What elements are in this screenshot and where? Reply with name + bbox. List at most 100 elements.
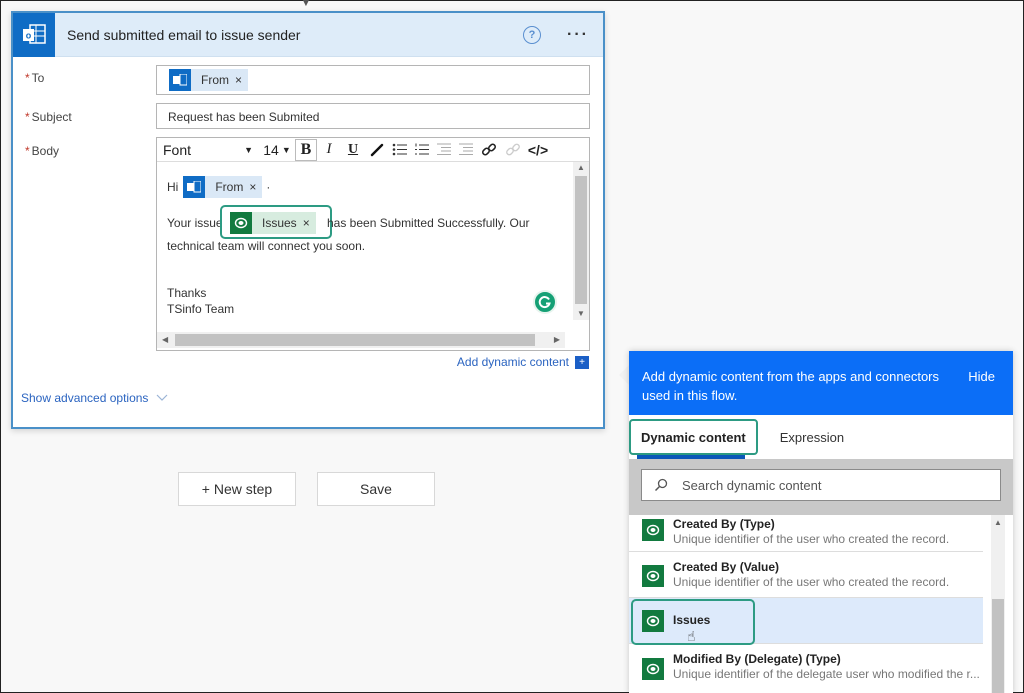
list-scrollbar[interactable]: ▲ <box>991 515 1005 693</box>
from-token[interactable]: From × <box>169 69 249 91</box>
hide-button[interactable]: Hide <box>968 367 995 386</box>
color-picker-icon[interactable] <box>365 139 389 161</box>
required-mark: * <box>25 110 30 124</box>
signature-line1: Thanks <box>167 286 207 300</box>
panel-header-text: Add dynamic content from the apps and co… <box>642 369 940 403</box>
show-advanced-label: Show advanced options <box>21 391 149 405</box>
token-label: Issues <box>262 216 297 230</box>
item-title: Created By (Type) <box>673 517 775 531</box>
item-title: Modified By (Delegate) (Type) <box>673 652 841 666</box>
scrollbar-thumb[interactable] <box>175 334 535 346</box>
card-title[interactable]: Send submitted email to issue sender <box>55 27 523 43</box>
panel-pointer <box>619 365 629 385</box>
bullet-list-icon[interactable] <box>389 139 411 161</box>
greeting-text: Hi <box>167 180 179 194</box>
list-item[interactable]: Created By (Type) Unique identifier of t… <box>629 515 983 552</box>
increase-indent-icon[interactable] <box>455 139 477 161</box>
more-options-icon[interactable]: ··· <box>567 26 589 44</box>
outlook-icon <box>169 69 191 91</box>
remove-token-icon[interactable]: × <box>303 216 316 230</box>
search-area: Search dynamic content <box>629 459 1013 515</box>
to-field[interactable]: From × <box>156 65 590 95</box>
numbered-list-icon[interactable] <box>411 139 433 161</box>
editor-content[interactable]: Hi From × · Your issue Issues × has been… <box>157 162 589 348</box>
show-advanced-options[interactable]: Show advanced options <box>21 391 168 405</box>
font-select-label: Font <box>163 141 192 158</box>
scrollbar-thumb[interactable] <box>992 599 1004 693</box>
chevron-down-icon: ▼ <box>244 144 253 155</box>
size-select[interactable]: 14 ▼ <box>259 139 295 161</box>
token-label: From <box>215 180 244 194</box>
dataverse-icon <box>642 519 664 541</box>
decrease-indent-icon[interactable] <box>433 139 455 161</box>
body-label: * Body <box>25 144 59 158</box>
search-input[interactable]: Search dynamic content <box>641 469 1001 501</box>
greeting-line: Hi From × · <box>167 176 270 198</box>
body-line1-prefix: Your issue <box>167 216 223 230</box>
tab-dynamic-content[interactable]: Dynamic content <box>629 419 758 455</box>
font-select[interactable]: Font ▼ <box>157 139 259 161</box>
item-description: Unique identifier of the user who create… <box>673 532 950 546</box>
outlook-icon <box>183 176 206 198</box>
svg-text:o: o <box>26 30 32 40</box>
save-button[interactable]: Save <box>317 472 435 506</box>
required-mark: * <box>25 144 30 158</box>
subject-label: * Subject <box>25 110 72 124</box>
dataverse-icon <box>230 212 252 234</box>
dataverse-icon <box>642 565 664 587</box>
card-header[interactable]: o Send submitted email to issue sender ?… <box>13 12 603 57</box>
body-line1-suffix: has been Submitted Successfully. Our <box>327 216 530 230</box>
dataverse-icon <box>642 658 664 680</box>
add-dynamic-content-link[interactable]: Add dynamic content + <box>457 355 589 369</box>
to-label: * To <box>25 71 44 85</box>
dynamic-content-list: Created By (Type) Unique identifier of t… <box>629 515 1013 693</box>
unlink-icon[interactable] <box>501 139 525 161</box>
list-item[interactable]: Modified By (Delegate) (Type) Unique ide… <box>629 644 983 693</box>
chevron-down-icon: ▼ <box>281 144 291 155</box>
scroll-up-icon[interactable]: ▲ <box>577 163 585 172</box>
italic-button[interactable]: I <box>317 139 341 161</box>
dynamic-content-panel: Add dynamic content from the apps and co… <box>629 351 1013 693</box>
editor-toolbar: Font ▼ 14 ▼ B I U </> <box>157 138 589 162</box>
scroll-right-icon[interactable]: ▶ <box>554 335 560 344</box>
search-placeholder: Search dynamic content <box>682 477 822 493</box>
add-dynamic-content-label: Add dynamic content <box>456 355 569 369</box>
panel-tabs: Dynamic content Expression <box>629 415 1013 459</box>
list-item[interactable]: Created By (Value) Unique identifier of … <box>629 552 983 598</box>
link-icon[interactable] <box>477 139 501 161</box>
scrollbar-thumb[interactable] <box>575 176 587 304</box>
scroll-down-icon[interactable]: ▼ <box>577 309 585 318</box>
horizontal-scrollbar[interactable]: ◀ ▶ <box>157 332 565 348</box>
token-label: From <box>201 73 229 87</box>
new-step-button[interactable]: + New step <box>178 472 296 506</box>
search-icon <box>654 478 668 492</box>
body-editor[interactable]: Font ▼ 14 ▼ B I U </> Hi From × · Your i… <box>156 137 590 351</box>
connector-arrow-icon: ▼ <box>300 0 312 9</box>
action-card: o Send submitted email to issue sender ?… <box>11 11 605 429</box>
required-mark: * <box>25 71 30 85</box>
scroll-left-icon[interactable]: ◀ <box>162 335 168 344</box>
subject-label-text: Subject <box>31 110 72 124</box>
issues-token[interactable]: Issues × <box>230 212 316 234</box>
grammarly-icon[interactable] <box>533 290 557 314</box>
chevron-down-icon <box>157 394 168 401</box>
signature-line2: TSinfo Team <box>167 302 235 316</box>
add-content-icon: + <box>575 355 589 369</box>
from-token[interactable]: From × <box>183 176 263 198</box>
issues-item-highlight <box>631 599 755 645</box>
greeting-suffix: · <box>266 180 271 194</box>
tab-expression[interactable]: Expression <box>770 430 854 445</box>
vertical-scrollbar[interactable]: ▲ ▼ <box>573 162 589 320</box>
underline-button[interactable]: U <box>341 139 365 161</box>
subject-input[interactable]: Request has been Submited <box>156 103 590 129</box>
scroll-up-icon[interactable]: ▲ <box>994 518 1002 527</box>
help-icon[interactable]: ? <box>523 25 542 44</box>
item-description: Unique identifier of the delegate user w… <box>673 667 980 681</box>
remove-token-icon[interactable]: × <box>235 73 248 87</box>
code-view-button[interactable]: </> <box>525 139 551 161</box>
remove-token-icon[interactable]: × <box>249 180 262 194</box>
body-label-text: Body <box>31 144 60 158</box>
bold-button[interactable]: B <box>295 138 317 161</box>
item-title: Created By (Value) <box>673 560 780 574</box>
panel-header: Add dynamic content from the apps and co… <box>629 351 1013 415</box>
